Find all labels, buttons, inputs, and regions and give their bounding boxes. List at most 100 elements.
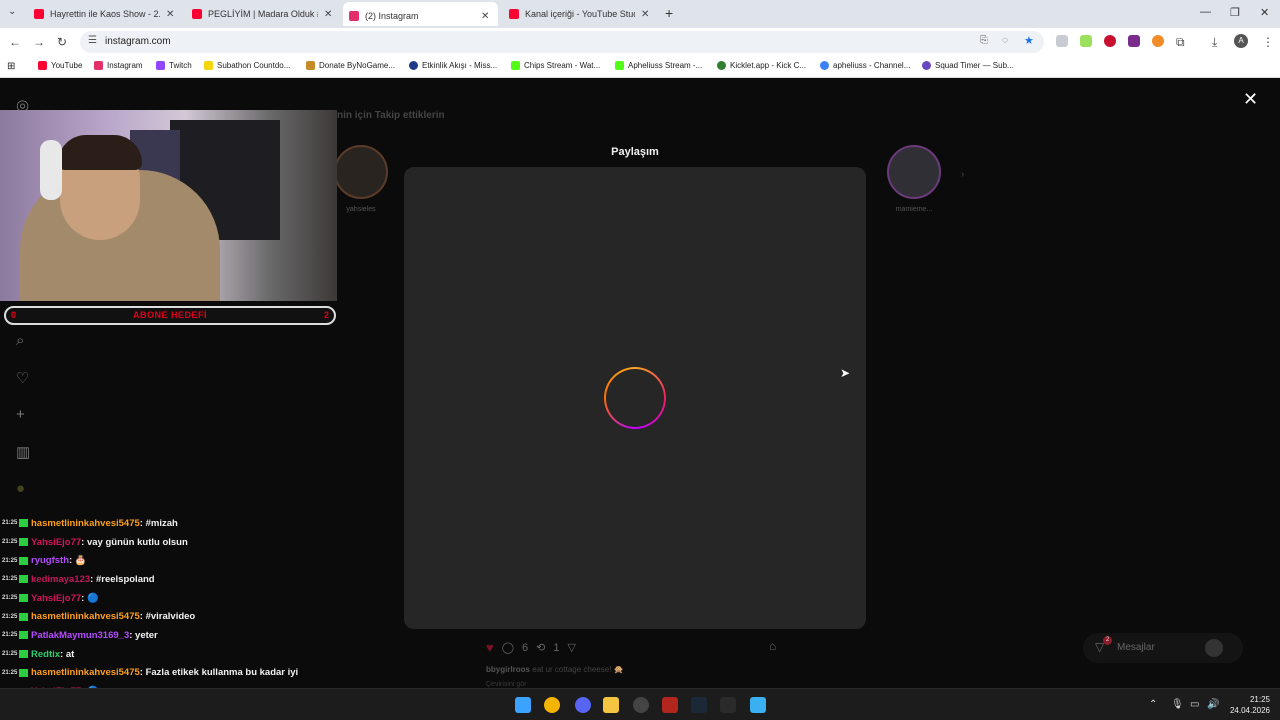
caption-user[interactable]: bbygirlroos	[486, 665, 530, 674]
steam-icon[interactable]	[691, 697, 707, 713]
app-icon[interactable]	[750, 697, 766, 713]
chat-username[interactable]: YahsiEjo77	[31, 537, 81, 548]
close-tab-icon[interactable]: ✕	[481, 11, 489, 22]
star-icon[interactable]: ★	[1024, 34, 1034, 47]
close-window-button[interactable]: ✕	[1260, 6, 1269, 19]
tab-youtube-studio[interactable]: Kanal içeriği - YouTube Studio ✕	[503, 4, 658, 24]
create-icon[interactable]: +	[16, 406, 25, 423]
bookmark-twitch[interactable]: Twitch	[156, 61, 192, 70]
install-app-icon[interactable]: ⎘	[980, 35, 988, 46]
caption-text: eat ur cottage cheese! 🙊	[532, 665, 624, 674]
bookmark-instagram[interactable]: Instagram	[94, 61, 143, 70]
badge-icon	[19, 575, 28, 584]
search-icon[interactable]: ⌕	[16, 332, 24, 349]
chat-username[interactable]: kedimaya123	[31, 574, 90, 585]
app-icon[interactable]	[662, 697, 678, 713]
folder-icon[interactable]	[603, 697, 619, 713]
chat-username[interactable]: hasmetlininkahvesi5475	[31, 611, 140, 622]
close-tab-icon[interactable]: ✕	[166, 9, 174, 20]
back-icon[interactable]: ←	[9, 35, 21, 49]
comment-icon[interactable]: ◯	[502, 641, 514, 654]
bookmark-apheliuss-channel[interactable]: apheliuss - Channel...	[820, 61, 910, 70]
avatar[interactable]: A	[1234, 34, 1248, 48]
epic-games-icon[interactable]	[720, 697, 736, 713]
purple-extension-icon[interactable]	[1128, 35, 1140, 47]
minimize-button[interactable]: —	[1200, 6, 1211, 18]
heart-icon[interactable]: ♥	[486, 640, 494, 655]
obs-icon[interactable]	[633, 697, 649, 713]
chat-time: 21:25	[2, 557, 18, 564]
share-icon[interactable]: ▽	[568, 641, 576, 654]
badge-icon	[19, 650, 28, 659]
profile-icon[interactable]: ●	[16, 480, 25, 497]
chat-username[interactable]: hasmetlininkahvesi5475	[31, 667, 140, 678]
orange-extension-icon[interactable]	[1152, 35, 1164, 47]
network-icon[interactable]: ▭	[1190, 699, 1199, 710]
messages-button[interactable]: ▽ 2 Mesajlar	[1083, 633, 1243, 663]
bookmark-subathon[interactable]: Subathon Countdo...	[204, 61, 290, 70]
post-modal	[404, 167, 866, 629]
chat-username[interactable]: YahsiEjo77	[31, 593, 81, 604]
close-tab-icon[interactable]: ✕	[324, 9, 332, 20]
chat-text: : 🎂	[69, 555, 87, 567]
repost-icon[interactable]: ⟲	[536, 641, 545, 654]
chevron-up-icon[interactable]: ⌃	[1149, 699, 1157, 710]
battery-extension-icon[interactable]	[1080, 35, 1092, 47]
microphone-icon[interactable]: 🎙	[1171, 699, 1184, 710]
youtube-icon	[38, 61, 47, 70]
puzzle-icon[interactable]: ⧉	[1176, 35, 1185, 50]
bookmark-apheliuss-stream[interactable]: Apheliuss Stream -...	[615, 61, 702, 70]
tab-instagram[interactable]: (2) Instagram ✕	[343, 2, 498, 26]
chat-username[interactable]: PatlakMaymun3169_3	[31, 630, 129, 641]
kick-icon	[511, 61, 520, 70]
bookmark-squad-timer[interactable]: Squad Timer — Sub...	[922, 61, 1014, 70]
reload-icon[interactable]: ↻	[57, 35, 67, 49]
eye-off-icon[interactable]: ◌	[1002, 35, 1008, 46]
start-icon[interactable]	[515, 697, 531, 713]
discord-icon[interactable]	[575, 697, 591, 713]
chat-username[interactable]: ryugfsth	[31, 555, 69, 566]
new-tab-button[interactable]: +	[665, 5, 673, 21]
bookmark-etkinlik[interactable]: Etkinlik Akışı - Miss...	[409, 61, 497, 70]
tab-search-icon[interactable]: ⌄	[8, 6, 16, 17]
bookmark-icon[interactable]: ⌂	[769, 639, 776, 653]
bookmark-bynogame[interactable]: Donate ByNoGame...	[306, 61, 395, 70]
chrome-icon[interactable]	[544, 697, 560, 713]
heart-icon[interactable]: ♡	[16, 369, 29, 387]
address-url: instagram.com	[105, 36, 171, 47]
forward-icon[interactable]: →	[33, 35, 45, 49]
tab-pegliyim[interactable]: PEGLİYİM | Madara Olduk #68! ✕	[186, 4, 336, 24]
channel-icon	[820, 61, 829, 70]
bookmark-chips[interactable]: Chips Stream - Wat...	[511, 61, 600, 70]
feed-tabs[interactable]: nin için Takip ettiklerin	[337, 110, 445, 121]
volume-icon[interactable]: 🔊	[1207, 699, 1219, 710]
see-translation[interactable]: Çevirisini gör	[486, 681, 526, 688]
bookmark-label: Etkinlik Akışı - Miss...	[422, 61, 498, 70]
site-info-icon[interactable]: ☰	[88, 35, 97, 46]
close-icon[interactable]: ✕	[1243, 89, 1258, 110]
story-avatar[interactable]	[887, 145, 941, 199]
tab-kaos-show[interactable]: Hayrettin ile Kaos Show - 2.Sez ✕	[28, 4, 178, 24]
restore-button[interactable]: ❐	[1230, 6, 1240, 19]
story-avatar[interactable]	[334, 145, 388, 199]
close-tab-icon[interactable]: ✕	[641, 9, 649, 20]
download-icon[interactable]: ⤓	[1212, 35, 1217, 50]
record-extension-icon[interactable]	[1104, 35, 1116, 47]
apps-icon[interactable]: ⊞	[7, 61, 15, 72]
dashboard-icon[interactable]: ▥	[16, 443, 30, 461]
address-bar[interactable]: ☰ instagram.com ⎘ ◌ ★	[80, 31, 1044, 53]
bookmark-kicklet[interactable]: Kicklet.app - Kick C...	[717, 61, 806, 70]
subscriber-goal-bar: 0 ABONE HEDEFİ 2	[4, 306, 336, 325]
menu-icon[interactable]: ⋮	[1262, 35, 1274, 49]
instagram-icon	[94, 61, 103, 70]
tab-title: (2) Instagram	[365, 11, 419, 21]
chat-username[interactable]: hasmetlininkahvesi5475	[31, 518, 140, 529]
globe-icon	[409, 61, 418, 70]
system-clock[interactable]: 21:25 24.04.2026	[1226, 694, 1270, 716]
bookmark-youtube[interactable]: YouTube	[38, 61, 82, 70]
chat-username[interactable]: Redtix	[31, 649, 60, 660]
chevron-right-icon[interactable]: ›	[961, 169, 964, 180]
youtube-studio-icon	[509, 9, 519, 19]
shield-extension-icon[interactable]	[1056, 35, 1068, 47]
bookmark-label: Squad Timer — Sub...	[935, 61, 1014, 70]
